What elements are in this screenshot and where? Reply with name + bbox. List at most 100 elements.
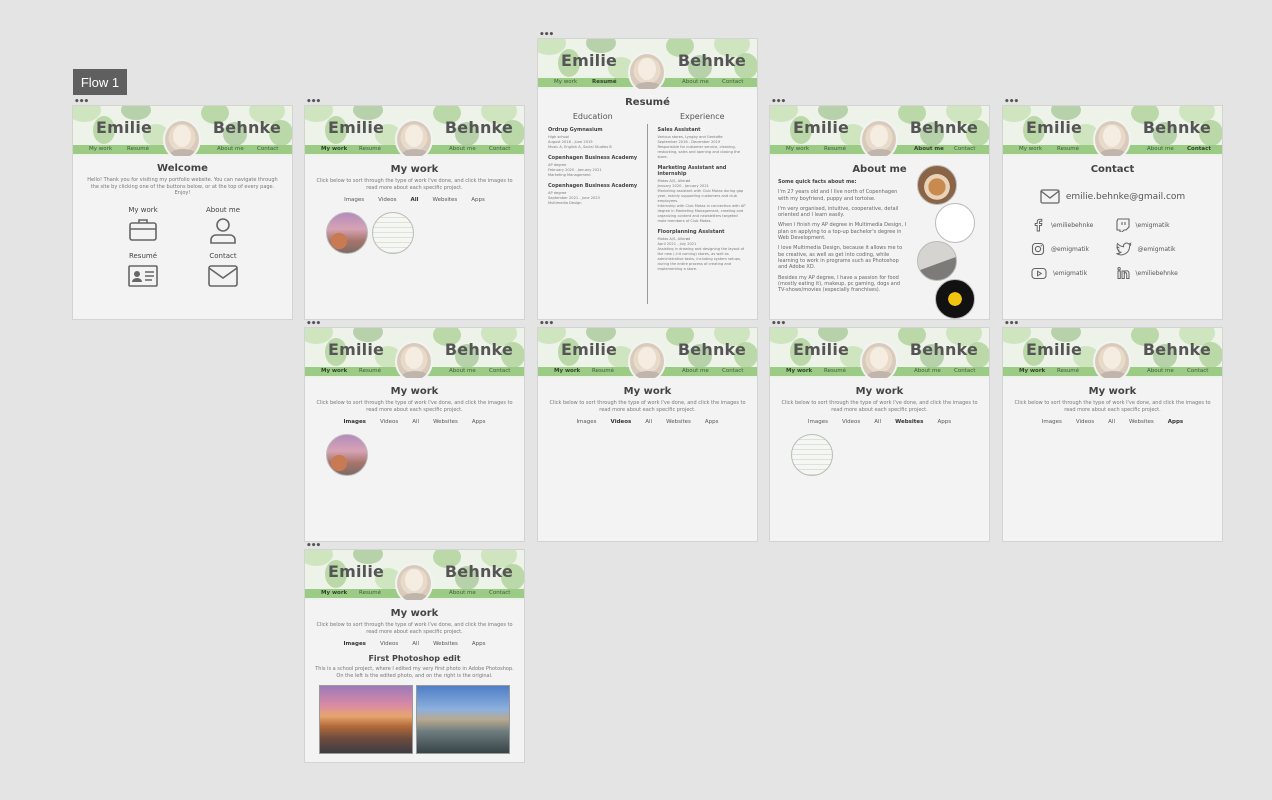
filter-images[interactable]: Images — [1042, 419, 1062, 425]
nav-resume[interactable]: Resumé — [592, 368, 614, 374]
filter-videos[interactable]: Videos — [380, 641, 398, 647]
nav-about[interactable]: About me — [217, 146, 244, 152]
nav-resume[interactable]: Resumé — [824, 146, 846, 152]
filter-all[interactable]: All — [1108, 419, 1115, 425]
nav-contact[interactable]: Contact — [722, 368, 743, 374]
email-link[interactable]: emilie.behnke@gmail.com — [1003, 189, 1222, 204]
flow-label[interactable]: Flow 1 — [73, 69, 127, 95]
filter-videos[interactable]: Videos — [380, 419, 398, 425]
project-thumbnail[interactable] — [372, 212, 414, 254]
filter-images[interactable]: Images — [576, 419, 596, 425]
filter-websites[interactable]: Websites — [895, 419, 923, 425]
nav-contact[interactable]: Contact — [954, 368, 975, 374]
nav-resume[interactable]: Resumé — [127, 146, 149, 152]
welcome-contact-button[interactable]: Contact — [183, 252, 263, 288]
avatar[interactable] — [1093, 341, 1131, 378]
nav-about[interactable]: About me — [914, 368, 941, 374]
filter-videos[interactable]: Videos — [842, 419, 860, 425]
filter-websites[interactable]: Websites — [1129, 419, 1154, 425]
filter-images[interactable]: Images — [344, 419, 366, 425]
avatar[interactable] — [1093, 119, 1131, 156]
site-header: Emilie Behnke My work Resumé About me Co… — [770, 328, 989, 378]
filter-apps[interactable]: Apps — [1168, 419, 1183, 425]
site-header: Emilie Behnke My work Resumé About me Co… — [1003, 106, 1222, 156]
nav-contact[interactable]: Contact — [257, 146, 278, 152]
filter-images[interactable]: Images — [344, 197, 364, 203]
filter-websites[interactable]: Websites — [433, 641, 458, 647]
nav-resume[interactable]: Resumé — [824, 368, 846, 374]
filter-apps[interactable]: Apps — [937, 419, 951, 425]
nav-about[interactable]: About me — [449, 368, 476, 374]
filter-all[interactable]: All — [412, 641, 419, 647]
nav-resume[interactable]: Resumé — [1057, 368, 1079, 374]
nav-contact[interactable]: Contact — [489, 590, 510, 596]
welcome-my-work-button[interactable]: My work — [103, 206, 183, 244]
avatar[interactable] — [628, 341, 666, 378]
filter-all[interactable]: All — [645, 419, 652, 425]
nav-about[interactable]: About me — [1147, 368, 1174, 374]
social-instagram[interactable]: @emigmatik — [1031, 242, 1116, 256]
filter-apps[interactable]: Apps — [705, 419, 719, 425]
nav-contact[interactable]: Contact — [1187, 146, 1211, 152]
nav-resume[interactable]: Resumé — [359, 368, 381, 374]
filter-images[interactable]: Images — [808, 419, 828, 425]
avatar[interactable] — [628, 52, 666, 89]
nav-contact[interactable]: Contact — [489, 368, 510, 374]
social-youtube[interactable]: \emigmatik — [1031, 266, 1116, 280]
nav-my-work[interactable]: My work — [554, 368, 580, 374]
nav-about[interactable]: About me — [1147, 146, 1174, 152]
filter-apps[interactable]: Apps — [472, 419, 486, 425]
nav-my-work[interactable]: My work — [786, 146, 809, 152]
nav-about[interactable]: About me — [682, 368, 709, 374]
social-linkedin[interactable]: \emiliebehnke — [1116, 266, 1201, 280]
project-thumbnail[interactable] — [791, 434, 833, 476]
filter-all[interactable]: All — [410, 197, 418, 203]
nav-resume[interactable]: Resumé — [359, 146, 381, 152]
nav-my-work[interactable]: My work — [89, 146, 112, 152]
filter-websites[interactable]: Websites — [666, 419, 691, 425]
filter-apps[interactable]: Apps — [472, 641, 486, 647]
nav-my-work[interactable]: My work — [1019, 368, 1045, 374]
avatar[interactable] — [395, 341, 433, 378]
project-thumbnail[interactable] — [326, 434, 368, 476]
filter-videos[interactable]: Videos — [1076, 419, 1094, 425]
avatar[interactable] — [860, 119, 898, 156]
nav-my-work[interactable]: My work — [321, 368, 347, 374]
nav-about[interactable]: About me — [449, 146, 476, 152]
welcome-about-button[interactable]: About me — [183, 206, 263, 244]
avatar[interactable] — [860, 341, 898, 378]
avatar[interactable] — [163, 119, 201, 156]
nav-about[interactable]: About me — [914, 146, 944, 152]
nav-contact[interactable]: Contact — [1187, 368, 1208, 374]
site-header: Emilie Behnke My work Resumé About me Co… — [73, 106, 292, 156]
nav-about[interactable]: About me — [682, 79, 709, 85]
project-thumbnail[interactable] — [326, 212, 368, 254]
nav-contact[interactable]: Contact — [722, 79, 743, 85]
site-last-name: Behnke — [677, 340, 746, 359]
filter-videos[interactable]: Videos — [378, 197, 396, 203]
nav-resume[interactable]: Resumé — [359, 590, 381, 596]
filter-websites[interactable]: Websites — [432, 197, 457, 203]
nav-my-work[interactable]: My work — [1019, 146, 1042, 152]
filter-images[interactable]: Images — [344, 641, 366, 647]
welcome-resume-button[interactable]: Resumé — [103, 252, 183, 288]
nav-my-work[interactable]: My work — [321, 590, 347, 596]
nav-contact[interactable]: Contact — [954, 146, 975, 152]
social-twitter[interactable]: @emigmatik — [1115, 242, 1201, 256]
social-facebook[interactable]: \emiliebehnke — [1031, 218, 1116, 232]
nav-about[interactable]: About me — [449, 590, 476, 596]
filter-all[interactable]: All — [412, 419, 419, 425]
filter-videos[interactable]: Videos — [611, 419, 632, 425]
nav-contact[interactable]: Contact — [489, 146, 510, 152]
social-twitch[interactable]: \emigmatik — [1115, 218, 1201, 232]
filter-apps[interactable]: Apps — [471, 197, 485, 203]
filter-websites[interactable]: Websites — [433, 419, 458, 425]
nav-my-work[interactable]: My work — [786, 368, 812, 374]
avatar[interactable] — [395, 563, 433, 600]
nav-resume[interactable]: Resumé — [1057, 146, 1079, 152]
nav-my-work[interactable]: My work — [321, 146, 347, 152]
nav-resume[interactable]: Resumé — [592, 79, 617, 85]
avatar[interactable] — [395, 119, 433, 156]
nav-my-work[interactable]: My work — [554, 79, 577, 85]
filter-all[interactable]: All — [874, 419, 881, 425]
